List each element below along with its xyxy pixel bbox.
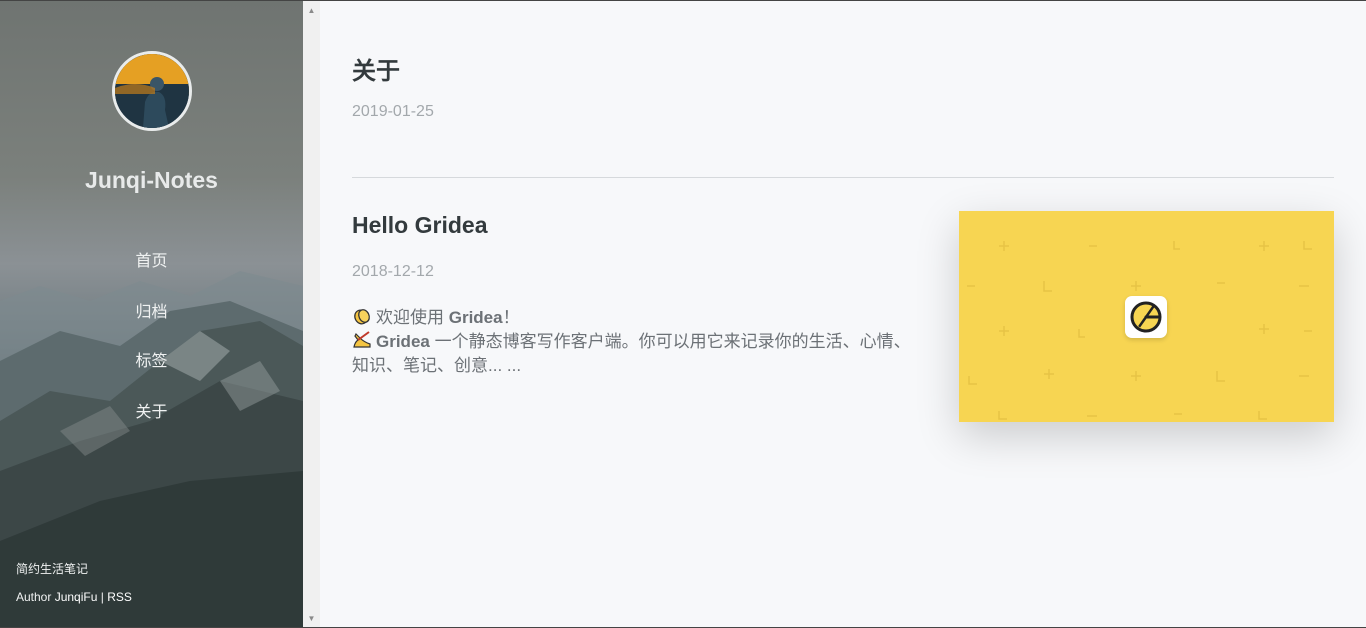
menu-item-tags[interactable]: 标签 — [0, 347, 303, 371]
post-list: 关于 2019-01-25 Hello Gridea 2018-12-12 欢迎… — [320, 1, 1366, 627]
scrollbar-thumb[interactable] — [306, 17, 317, 611]
avatar[interactable] — [112, 51, 192, 131]
post-title-hello-gridea[interactable]: Hello Gridea — [352, 212, 487, 239]
description-brand: Gridea — [376, 332, 430, 351]
site-footer: Author JunqiFu | RSS — [16, 590, 132, 604]
welcome-suffix: ！ — [502, 308, 520, 327]
welcome-brand: Gridea — [448, 308, 503, 327]
site-title[interactable]: Junqi-Notes — [0, 167, 303, 194]
abstract-line-description: Gridea 一个静态博客写作客户端。你可以用它来记录你的生活、心情、知识、笔记… — [352, 330, 917, 378]
footer-separator: | — [97, 590, 108, 604]
scroll-up-arrow-icon[interactable]: ▲ — [303, 4, 320, 18]
post-date-hello-gridea: 2018-12-12 — [352, 263, 434, 280]
description-text: 一个静态博客写作客户端。你可以用它来记录你的生活、心情、知识、笔记、创意... … — [352, 332, 911, 375]
post-feature-image[interactable] — [959, 211, 1334, 422]
post-divider — [352, 177, 1334, 178]
site-motto: 简约生活笔记 — [16, 562, 89, 576]
scrollbar[interactable]: ▲ ▼ — [303, 1, 320, 627]
avatar-image — [115, 54, 189, 128]
sidebar: Junqi-Notes 首页 归档 标签 关于 简约生活笔记 Author Ju… — [0, 1, 303, 627]
author-prefix: Author — [16, 590, 55, 604]
menu-item-about[interactable]: 关于 — [0, 398, 303, 422]
post-title-about[interactable]: 关于 — [352, 51, 400, 86]
gridea-logo-icon — [1125, 296, 1167, 338]
clapping-hands-icon — [354, 309, 370, 325]
welcome-text: 欢迎使用 — [376, 308, 449, 327]
post-abstract: 欢迎使用 Gridea！ Gridea 一个静态博客写作客户端。你可以用它来记录… — [352, 306, 917, 378]
scroll-down-arrow-icon[interactable]: ▼ — [303, 612, 320, 626]
rss-link[interactable]: RSS — [107, 590, 132, 604]
abstract-line-welcome: 欢迎使用 Gridea！ — [352, 306, 917, 330]
author-link[interactable]: JunqiFu — [55, 590, 98, 604]
writing-hand-icon — [353, 331, 371, 348]
menu-item-archive[interactable]: 归档 — [0, 298, 303, 322]
menu-item-home[interactable]: 首页 — [0, 247, 303, 271]
post-date-about: 2019-01-25 — [352, 103, 434, 120]
